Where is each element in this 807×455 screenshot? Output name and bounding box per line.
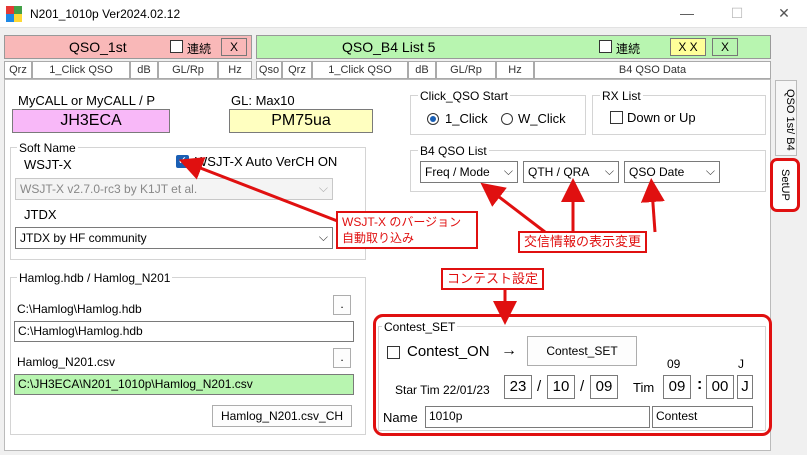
jtdx-select[interactable]: JTDX by HF community ⌵ [15, 227, 333, 249]
jtdx-label: JTDX [24, 207, 57, 222]
contest-title: Contest_SET [382, 320, 458, 334]
tab-gl-rp[interactable]: GL/Rp [158, 61, 218, 79]
wsjtx-auto-checkbox[interactable]: ✓ [176, 155, 189, 168]
hamlog-n201-field[interactable]: C:\JH3ECA\N201_1010p\Hamlog_N201.csv [14, 374, 354, 395]
tab-qrz[interactable]: Qrz [4, 61, 32, 79]
side-tab-setup-label: SetUP [779, 169, 791, 201]
rx-list-checkbox[interactable] [610, 111, 623, 124]
hamlog-hdb-label: C:\Hamlog\Hamlog.hdb [17, 302, 142, 316]
tab-hz[interactable]: Hz [218, 61, 252, 79]
tab-b4-gl-rp[interactable]: GL/Rp [436, 61, 496, 79]
annotation-version: WSJT-X のバージョン 自動取り込み [336, 211, 478, 249]
jtdx-value: JTDX by HF community [20, 231, 147, 245]
hamlog-n201-browse-button[interactable]: . [333, 348, 351, 368]
hamlog-n201-ch-button[interactable]: Hamlog_N201.csv_CH [212, 405, 352, 427]
click-qso-1-click-label: 1_Click [445, 111, 488, 126]
chevron-down-icon: ⌵ [318, 230, 328, 244]
b4-list-title: B4 QSO List [418, 144, 489, 158]
tab-b4-qso-data[interactable]: B4 QSO Data [534, 61, 771, 79]
contest-hour-hint: 09 [667, 357, 681, 371]
tab-b4-hz[interactable]: Hz [496, 61, 534, 79]
b4-qso-date-value: QSO Date [629, 165, 685, 179]
contest-month-field[interactable]: 10 [547, 375, 575, 399]
side-tab-setup[interactable]: SetUP [770, 158, 800, 212]
contest-tz-hint: J [738, 357, 744, 371]
qso-b4-xx-button[interactable]: X X [670, 38, 706, 56]
qso-1st-panel: QSO_1st 連続 X [4, 35, 252, 59]
tab-b4-1-click-qso[interactable]: 1_Click QSO [312, 61, 408, 79]
contest-set-button[interactable]: Contest_SET [527, 336, 637, 366]
side-tab-qso[interactable]: QSO 1st/ B4 [775, 80, 797, 156]
wsjtx-auto-label: WSJT-X Auto VerCH ON [195, 154, 338, 169]
b4-qso-date-select[interactable]: QSO Date ⌵ [624, 161, 720, 183]
chevron-down-icon: ⌵ [604, 164, 614, 178]
mycall-label: MyCALL or MyCALL / P [18, 93, 156, 108]
b4-freq-mode-value: Freq / Mode [425, 165, 490, 179]
contest-colon: : [697, 376, 703, 393]
rx-list-title: RX List [600, 89, 643, 103]
tab-qso[interactable]: Qso [256, 61, 282, 79]
tab-b4-qrz[interactable]: Qrz [282, 61, 312, 79]
gl-field[interactable]: PM75ua [229, 109, 373, 133]
gl-label: GL: Max10 [231, 93, 295, 108]
qso-1st-renzoku-checkbox[interactable] [170, 40, 183, 53]
contest-type-field[interactable]: Contest [652, 406, 753, 428]
maximize-button[interactable]: ☐ [722, 3, 752, 25]
wsjtx-version-select[interactable]: WSJT-X v2.7.0-rc3 by K1JT et al. ⌵ [15, 178, 333, 200]
contest-tim-label: Tim [633, 380, 655, 395]
annotation-display: 交信情報の表示変更 [518, 231, 648, 253]
tab-b4-db[interactable]: dB [408, 61, 436, 79]
chevron-down-icon: ⌵ [318, 181, 328, 195]
contest-sep-2: / [580, 378, 585, 395]
qso-1st-renzoku-label: 連続 [187, 42, 212, 56]
contest-sep-1: / [537, 378, 542, 395]
close-button[interactable]: ✕ [769, 3, 799, 25]
contest-minute-field[interactable]: 00 [706, 375, 734, 399]
click-qso-radio-1-click[interactable] [427, 113, 439, 125]
contest-tz-field[interactable]: J [737, 375, 753, 399]
b4-qth-qra-value: QTH / QRA [528, 165, 590, 179]
click-qso-radio-w-click[interactable] [501, 113, 513, 125]
contest-hour-field[interactable]: 09 [663, 375, 691, 399]
contest-on-label: Contest_ON [407, 343, 490, 360]
contest-on-checkbox[interactable] [387, 346, 400, 359]
window-title: N201_1010p Ver2024.02.12 [30, 7, 181, 21]
hamlog-hdb-browse-button[interactable]: . [333, 295, 351, 315]
click-qso-title: Click_QSO Start [418, 89, 511, 103]
chevron-down-icon: ⌵ [705, 164, 715, 178]
mycall-field[interactable]: JH3ECA [12, 109, 170, 133]
qso-b4-renzoku-label: 連続 [616, 42, 641, 56]
qso-1st-clear-button[interactable]: X [221, 38, 247, 56]
soft-name-title: Soft Name [17, 141, 78, 155]
contest-name-label: Name [383, 410, 418, 425]
app-icon [6, 6, 22, 22]
wsjtx-label: WSJT-X [24, 157, 72, 172]
b4-freq-mode-select[interactable]: Freq / Mode ⌵ [420, 161, 518, 183]
hamlog-title: Hamlog.hdb / Hamlog_N201 [17, 271, 173, 285]
annotation-contest: コンテスト設定 [441, 268, 545, 290]
qso-b4-panel: QSO_B4 List 5 連続 X X X [256, 35, 771, 59]
contest-day-field[interactable]: 23 [504, 375, 532, 399]
hamlog-hdb-field[interactable]: C:\Hamlog\Hamlog.hdb [14, 321, 354, 342]
qso-1st-title: QSO_1st [69, 39, 127, 55]
arrow-right-icon: → [501, 342, 517, 359]
click-qso-w-click-label: W_Click [518, 111, 566, 126]
minimize-button[interactable]: — [672, 3, 702, 25]
b4-qth-qra-select[interactable]: QTH / QRA ⌵ [523, 161, 619, 183]
chevron-down-icon: ⌵ [503, 164, 513, 178]
title-bar: N201_1010p Ver2024.02.12 — ☐ ✕ [0, 0, 807, 28]
contest-start-label: Star Tim 22/01/23 [395, 383, 490, 397]
tab-db[interactable]: dB [130, 61, 158, 79]
tab-1-click-qso[interactable]: 1_Click QSO [32, 61, 130, 79]
qso-b4-renzoku-checkbox[interactable] [599, 40, 612, 53]
wsjtx-version-value: WSJT-X v2.7.0-rc3 by K1JT et al. [20, 182, 198, 196]
rx-list-label: Down or Up [627, 110, 696, 125]
qso-b4-clear-button[interactable]: X [712, 38, 738, 56]
contest-name-field[interactable]: 1010p [425, 406, 650, 428]
qso-b4-title: QSO_B4 List 5 [342, 39, 436, 55]
hamlog-n201-label: Hamlog_N201.csv [17, 355, 116, 369]
contest-year-field[interactable]: 09 [590, 375, 618, 399]
